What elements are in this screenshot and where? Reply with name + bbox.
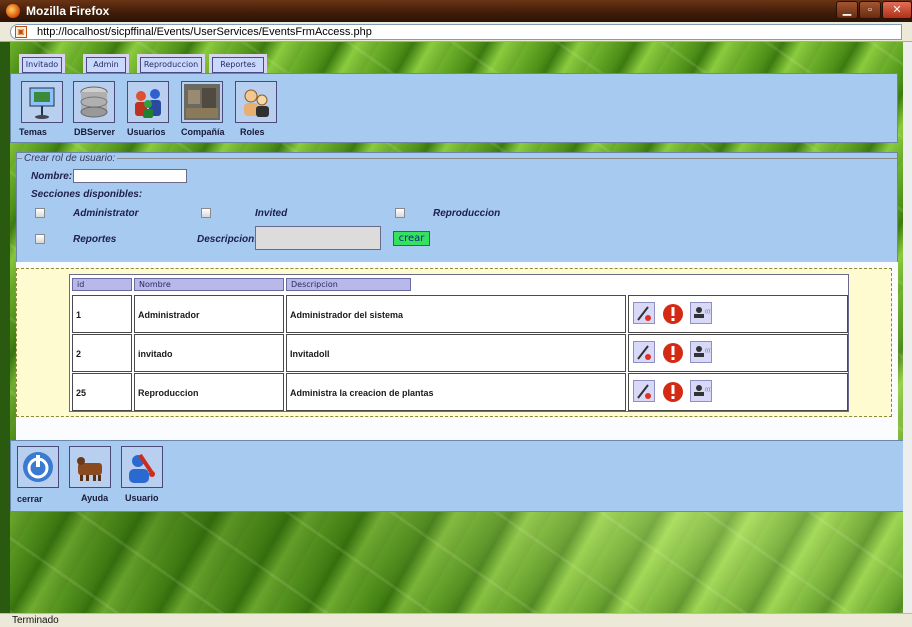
- svg-text:(((: (((: [705, 387, 711, 393]
- create-role-form: Crear rol de usuario: Nombre: Secciones …: [16, 152, 898, 264]
- roles-table-area: id Nombre Descripcion 1 Administrador Ad…: [16, 268, 892, 417]
- window-titlebar: Mozilla Firefox ▁ ▫ ✕: [0, 0, 912, 22]
- form-legend: Crear rol de usuario:: [22, 153, 118, 164]
- table-row-cell-id: 2: [72, 334, 132, 372]
- roles-icon: [244, 89, 269, 117]
- temas-label: Temas: [19, 127, 47, 137]
- reproduccion-label: Reproduccion: [433, 208, 501, 219]
- invited-label: Invited: [255, 208, 288, 219]
- column-header-nombre[interactable]: Nombre: [134, 278, 284, 291]
- table-row-cell-nombre: Reproduccion: [134, 373, 284, 411]
- reproduccion-checkbox[interactable]: [395, 208, 405, 218]
- table-row-cell-id: 25: [72, 373, 132, 411]
- user-access-icon[interactable]: (((: [690, 302, 712, 324]
- url-text: http://localhost/sicpffinal/Events/UserS…: [37, 26, 372, 38]
- ayuda-label: Ayuda: [81, 493, 109, 503]
- temas-button[interactable]: [21, 81, 63, 123]
- table-row-cell-descripcion: Administrador del sistema: [286, 295, 626, 333]
- bottom-toolbar-panel: cerrar Ayuda Usuario: [10, 440, 912, 512]
- roles-table: id Nombre Descripcion 1 Administrador Ad…: [69, 274, 849, 412]
- descripcion-input[interactable]: [255, 226, 381, 250]
- administrator-label: Administrator: [73, 208, 139, 219]
- table-row-cell-id: 1: [72, 295, 132, 333]
- page-scrollbar[interactable]: [903, 42, 912, 613]
- invited-checkbox[interactable]: [201, 208, 211, 218]
- window-controls: ▁ ▫ ✕: [835, 1, 912, 19]
- reportes-label: Reportes: [73, 234, 117, 245]
- table-row-cell-descripcion: Invitadoll: [286, 334, 626, 372]
- user-access-icon[interactable]: (((: [690, 380, 712, 402]
- reportes-checkbox[interactable]: [35, 234, 45, 244]
- crear-button[interactable]: crear: [393, 231, 430, 246]
- descripcion-label: Descripcion:: [197, 234, 258, 245]
- status-bar: Terminado: [0, 613, 912, 627]
- delete-icon[interactable]: [661, 341, 683, 363]
- secciones-label: Secciones disponibles:: [31, 189, 143, 200]
- site-favicon-icon: ▣: [15, 26, 27, 38]
- compania-label: Compañía: [181, 127, 225, 137]
- dbserver-button[interactable]: [73, 81, 115, 123]
- usuario-button[interactable]: [121, 446, 163, 488]
- tab-admin[interactable]: Admin: [83, 54, 129, 76]
- delete-icon[interactable]: [661, 302, 683, 324]
- edit-icon[interactable]: [633, 341, 655, 363]
- admin-toolbar-panel: Temas DBServer Usuarios Compañía Roles: [10, 73, 898, 143]
- edit-icon[interactable]: [633, 302, 655, 324]
- page-content: Invitado Admin Reproduccion Reportes Tem…: [10, 42, 912, 613]
- presentation-board-icon: [29, 87, 55, 119]
- dbserver-label: DBServer: [74, 127, 116, 137]
- form-fieldset-border: Crear rol de usuario:: [17, 153, 897, 164]
- database-icon: [80, 86, 108, 118]
- usuarios-label: Usuarios: [127, 127, 166, 137]
- minimize-button[interactable]: ▁: [836, 1, 858, 19]
- table-row-cell-nombre: invitado: [134, 334, 284, 372]
- close-button[interactable]: ✕: [882, 1, 912, 19]
- column-header-descripcion[interactable]: Descripcion: [286, 278, 411, 291]
- cerrar-button[interactable]: [17, 446, 59, 488]
- delete-icon[interactable]: [661, 380, 683, 402]
- column-header-id[interactable]: id: [72, 278, 132, 291]
- power-icon: [23, 452, 53, 482]
- ayuda-button[interactable]: [69, 446, 111, 488]
- roles-button[interactable]: [235, 81, 277, 123]
- maximize-button[interactable]: ▫: [859, 1, 881, 19]
- nombre-label: Nombre:: [31, 171, 73, 182]
- tab-reportes[interactable]: Reportes: [209, 54, 267, 76]
- user-icon: [129, 453, 155, 483]
- svg-text:(((: (((: [705, 309, 711, 315]
- table-row-cell-descripcion: Administra la creacion de plantas: [286, 373, 626, 411]
- address-bar: ▣ http://localhost/sicpffinal/Events/Use…: [0, 22, 912, 42]
- table-row-cell-nombre: Administrador: [134, 295, 284, 333]
- tab-invitado[interactable]: Invitado: [19, 54, 65, 76]
- status-text: Terminado: [12, 615, 59, 626]
- edit-icon[interactable]: [633, 380, 655, 402]
- tab-reproduccion[interactable]: Reproduccion: [137, 54, 205, 76]
- firefox-icon: [6, 4, 20, 18]
- url-field[interactable]: ▣ http://localhost/sicpffinal/Events/Use…: [10, 24, 902, 40]
- users-icon: [135, 89, 161, 118]
- nombre-input[interactable]: [73, 169, 187, 183]
- cerrar-label: cerrar: [17, 494, 43, 504]
- roles-label: Roles: [240, 127, 265, 137]
- svg-text:(((: (((: [705, 348, 711, 354]
- user-access-icon[interactable]: (((: [690, 341, 712, 363]
- usuarios-button[interactable]: [127, 81, 169, 123]
- compania-button[interactable]: [181, 81, 223, 123]
- administrator-checkbox[interactable]: [35, 208, 45, 218]
- company-photo-icon: [184, 84, 220, 120]
- cow-icon: [77, 457, 102, 481]
- usuario-label: Usuario: [125, 493, 159, 503]
- window-title: Mozilla Firefox: [26, 4, 110, 18]
